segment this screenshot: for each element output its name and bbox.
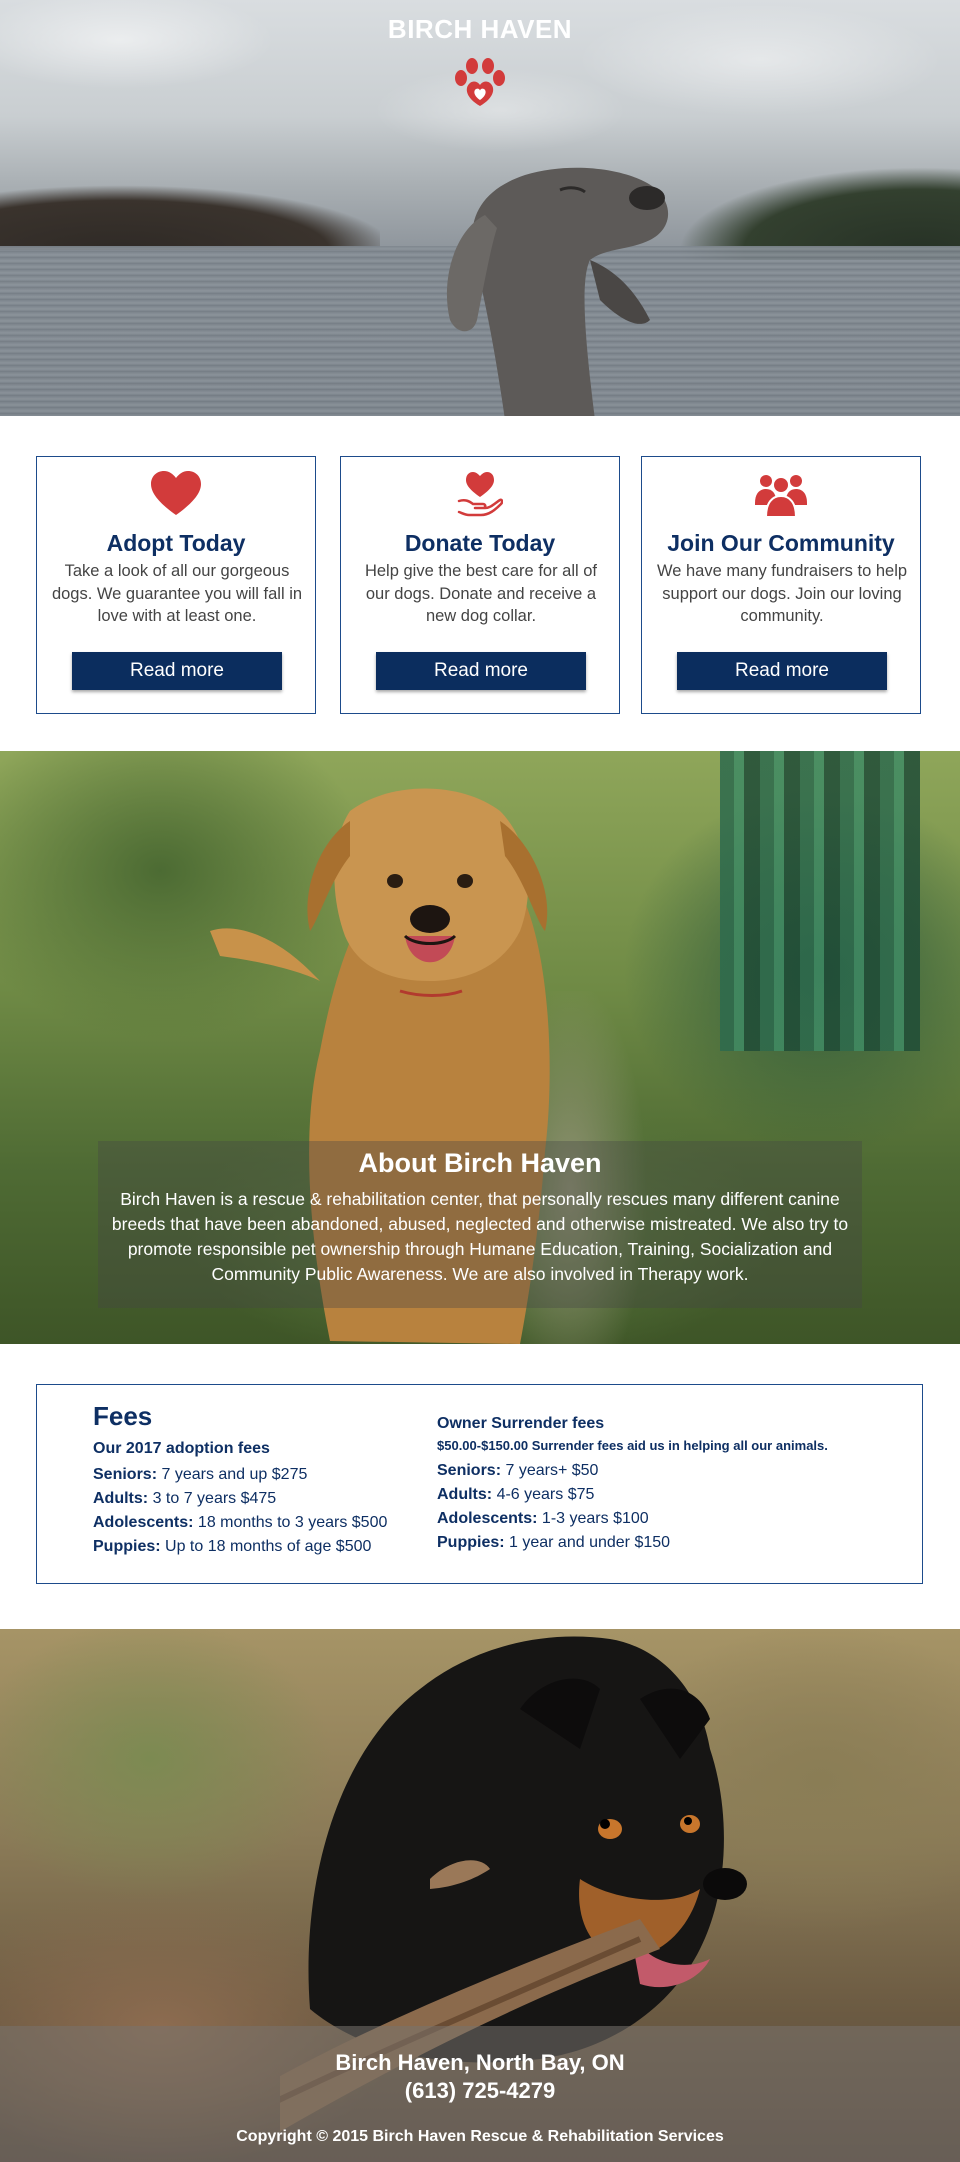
fee-label: Seniors:: [437, 1462, 502, 1479]
feature-cards: Adopt Today Take a look of all our gorge…: [36, 456, 921, 714]
read-more-button[interactable]: Read more: [677, 652, 887, 690]
fee-value: 7 years and up $275: [161, 1466, 308, 1483]
garden-fence: [720, 751, 920, 1051]
adoption-fees-heading: Our 2017 adoption fees: [93, 1440, 270, 1457]
footer-location: Birch Haven, North Bay, ON: [335, 2050, 625, 2075]
fee-row: Adults: 4-6 years $75: [437, 1483, 897, 1507]
fee-value: 3 to 7 years $475: [152, 1490, 277, 1507]
fee-label: Puppies:: [437, 1534, 505, 1551]
card-text: Help give the best care for all of our d…: [364, 562, 598, 625]
card-donate: Donate Today Help give the best care for…: [340, 456, 620, 714]
fee-value: 1-3 years $100: [541, 1510, 649, 1527]
adoption-fees: Fees Our 2017 adoption fees Seniors: 7 y…: [93, 1401, 413, 1559]
card-text: We have many fundraisers to help support…: [656, 562, 908, 625]
fee-row: Puppies: Up to 18 months of age $500: [93, 1535, 413, 1559]
fee-row: Adolescents: 18 months to 3 years $500: [93, 1511, 413, 1535]
fee-row: Puppies: 1 year and under $150: [437, 1531, 897, 1555]
surrender-fees: Owner Surrender fees $50.00-$150.00 Surr…: [437, 1401, 897, 1555]
paw-heart-icon: [455, 58, 505, 106]
fee-label: Puppies:: [93, 1538, 161, 1555]
about-title: About Birch Haven: [358, 1148, 602, 1178]
fee-value: 1 year and under $150: [509, 1534, 671, 1551]
heart-icon: [37, 471, 315, 519]
about-section: About Birch Haven Birch Haven is a rescu…: [0, 751, 960, 1344]
site-brand[interactable]: BIRCH HAVEN: [0, 14, 960, 45]
fee-value: 7 years+ $50: [505, 1462, 599, 1479]
read-more-button[interactable]: Read more: [72, 652, 282, 690]
card-title: Join Our Community: [667, 530, 895, 556]
about-text: Birch Haven is a rescue & rehabilitation…: [111, 1189, 849, 1284]
fee-label: Seniors:: [93, 1466, 158, 1483]
fee-value: 4-6 years $75: [496, 1486, 595, 1503]
fee-value: 18 months to 3 years $500: [197, 1514, 388, 1531]
heart-in-hand-icon: [341, 471, 619, 519]
footer-copyright: Copyright © 2015 Birch Haven Rescue & Re…: [236, 2128, 724, 2145]
fees-section: Fees Our 2017 adoption fees Seniors: 7 y…: [36, 1384, 923, 1584]
fee-label: Adolescents:: [437, 1510, 538, 1527]
surrender-note: $50.00-$150.00 Surrender fees aid us in …: [437, 1438, 828, 1453]
fee-value: Up to 18 months of age $500: [165, 1538, 372, 1555]
fees-title: Fees: [93, 1401, 153, 1431]
card-adopt: Adopt Today Take a look of all our gorge…: [36, 456, 316, 714]
fee-row: Seniors: 7 years and up $275: [93, 1463, 413, 1487]
footer: Birch Haven, North Bay, ON (613) 725-427…: [0, 1629, 960, 2162]
surrender-fees-heading: Owner Surrender fees: [437, 1415, 605, 1432]
weimaraner-dog-image: [446, 167, 669, 416]
fee-row: Adults: 3 to 7 years $475: [93, 1487, 413, 1511]
hero-banner: BIRCH HAVEN: [0, 0, 960, 416]
card-community: Join Our Community We have many fundrais…: [641, 456, 921, 714]
people-icon: [642, 471, 920, 519]
card-title: Donate Today: [404, 530, 556, 556]
footer-phone[interactable]: (613) 725-4279: [0, 2078, 960, 2104]
card-text: Take a look of all our gorgeous dogs. We…: [51, 562, 303, 625]
read-more-button[interactable]: Read more: [376, 652, 586, 690]
fee-row: Seniors: 7 years+ $50: [437, 1459, 897, 1483]
fee-row: Adolescents: 1-3 years $100: [437, 1507, 897, 1531]
card-title: Adopt Today: [106, 530, 246, 556]
fee-label: Adults:: [437, 1486, 493, 1503]
fee-label: Adolescents:: [93, 1514, 194, 1531]
fee-label: Adults:: [93, 1490, 149, 1507]
hero-hill-left: [0, 130, 380, 250]
